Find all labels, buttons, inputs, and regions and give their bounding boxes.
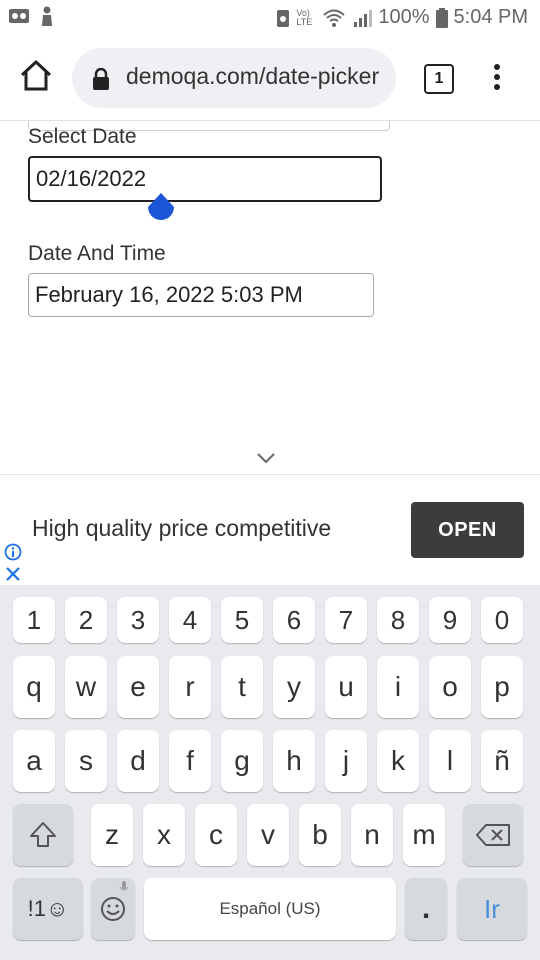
soft-keyboard: 1 2 3 4 5 6 7 8 9 0 q w e r t y u i o p … [0, 585, 540, 960]
key-c[interactable]: c [195, 804, 237, 866]
ad-text: High quality price competitive [32, 515, 332, 541]
select-date-input[interactable]: 02/16/2022 [28, 156, 382, 202]
key-q[interactable]: q [13, 656, 55, 718]
key-t[interactable]: t [221, 656, 263, 718]
clock: 5:04 PM [453, 6, 528, 28]
tab-switcher-button[interactable]: 1 [424, 64, 454, 94]
key-3[interactable]: 3 [117, 597, 159, 643]
shift-icon [30, 822, 56, 847]
key-f[interactable]: f [169, 730, 211, 792]
period-key[interactable]: . [405, 878, 447, 940]
space-bar-label: Español (US) [219, 899, 321, 918]
date-and-time-input[interactable]: February 16, 2022 5:03 PM [28, 273, 374, 317]
person-icon [42, 6, 52, 26]
ad-banner[interactable]: High quality price competitive OPEN [0, 474, 540, 585]
close-icon[interactable] [4, 565, 22, 583]
key-l[interactable]: l [429, 730, 471, 792]
key-8[interactable]: 8 [377, 597, 419, 643]
key-r[interactable]: r [169, 656, 211, 718]
key-y[interactable]: y [273, 656, 315, 718]
backspace-key[interactable] [463, 804, 523, 866]
key-n-tilde[interactable]: ñ [481, 730, 523, 792]
key-0[interactable]: 0 [481, 597, 523, 643]
key-x[interactable]: x [143, 804, 185, 866]
key-o[interactable]: o [429, 656, 471, 718]
key-b[interactable]: b [299, 804, 341, 866]
network-type: Vo) LTE [296, 7, 313, 27]
address-bar[interactable]: demoqa.com/date-picker [72, 48, 396, 108]
key-4[interactable]: 4 [169, 597, 211, 643]
wifi-icon [323, 9, 346, 27]
microphone-icon [119, 881, 129, 891]
more-menu-button[interactable] [492, 64, 502, 96]
chevron-down-icon[interactable] [256, 451, 276, 465]
url-text: demoqa.com/date-picker [126, 63, 380, 89]
key-m[interactable]: m [403, 804, 445, 866]
browser-toolbar: demoqa.com/date-picker 1 [0, 36, 540, 121]
space-bar[interactable]: Español (US) [144, 878, 396, 940]
home-button[interactable] [18, 58, 54, 94]
shift-key[interactable] [13, 804, 73, 866]
key-d[interactable]: d [117, 730, 159, 792]
status-bar: Vo) LTE 100% 5:04 PM [0, 0, 540, 36]
symbols-key[interactable]: !1☺ [13, 878, 83, 940]
text-cursor-handle[interactable] [146, 193, 176, 227]
menu-dot [494, 84, 500, 90]
key-h[interactable]: h [273, 730, 315, 792]
signal-icon [354, 9, 373, 27]
backspace-icon [476, 824, 510, 846]
lock-icon [93, 68, 109, 90]
voicemail-icon [9, 9, 29, 23]
home-icon [20, 60, 52, 91]
battery-icon [435, 7, 448, 28]
select-date-label: Select Date [28, 125, 137, 148]
key-9[interactable]: 9 [429, 597, 471, 643]
page-content: Select Date 02/16/2022 Date And Time Feb… [0, 121, 540, 473]
go-key[interactable]: Ir [457, 878, 527, 940]
key-z[interactable]: z [91, 804, 133, 866]
emoji-key[interactable] [91, 878, 135, 940]
ad-open-button[interactable]: OPEN [411, 502, 524, 558]
key-j[interactable]: j [325, 730, 367, 792]
key-i[interactable]: i [377, 656, 419, 718]
battery-saver-icon [277, 9, 290, 27]
key-w[interactable]: w [65, 656, 107, 718]
battery-percent: 100% [378, 6, 430, 28]
key-1[interactable]: 1 [13, 597, 55, 643]
key-n[interactable]: n [351, 804, 393, 866]
key-7[interactable]: 7 [325, 597, 367, 643]
key-s[interactable]: s [65, 730, 107, 792]
info-icon[interactable] [4, 543, 22, 561]
key-a[interactable]: a [13, 730, 55, 792]
key-k[interactable]: k [377, 730, 419, 792]
key-e[interactable]: e [117, 656, 159, 718]
date-and-time-label: Date And Time [28, 242, 166, 265]
key-u[interactable]: u [325, 656, 367, 718]
key-2[interactable]: 2 [65, 597, 107, 643]
menu-dot [494, 64, 500, 70]
key-5[interactable]: 5 [221, 597, 263, 643]
key-g[interactable]: g [221, 730, 263, 792]
key-6[interactable]: 6 [273, 597, 315, 643]
emoji-icon [101, 897, 125, 921]
menu-dot [494, 74, 500, 80]
key-p[interactable]: p [481, 656, 523, 718]
key-v[interactable]: v [247, 804, 289, 866]
